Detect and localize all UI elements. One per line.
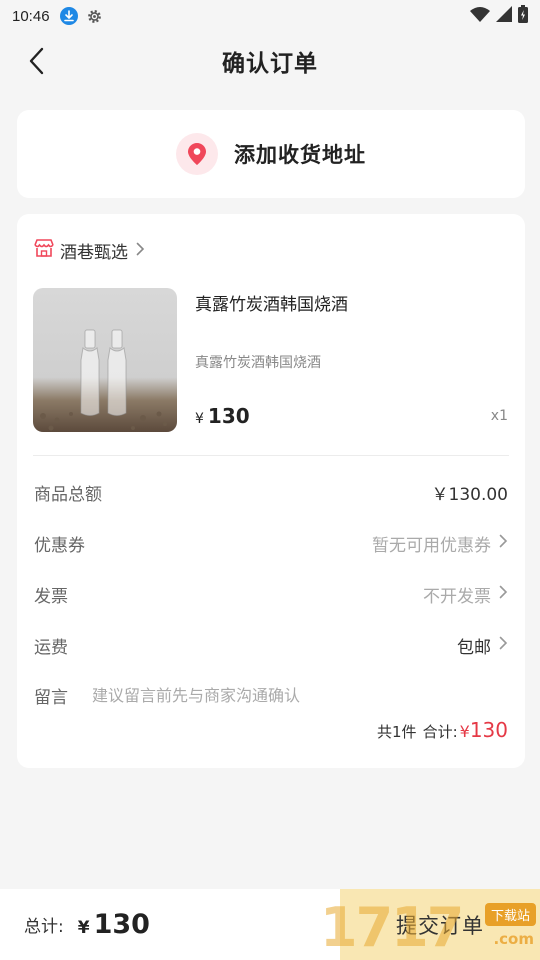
product-quantity: x1 [490, 408, 508, 424]
order-card: 酒巷甄选 真露竹炭酒韩国烧酒 真露竹炭酒韩国烧酒 ¥130 x1 商品总额 ￥1… [17, 214, 525, 768]
product-subtitle: 真露竹炭酒韩国烧酒 [195, 355, 321, 371]
signal-icon [496, 6, 512, 26]
row-shipping[interactable]: 运费 包邮 [34, 630, 508, 660]
total-label: 合计: [422, 723, 458, 741]
bottom-bar: 总计: ¥130 提交订单 [0, 889, 540, 960]
row-goods-total: 商品总额 ￥130.00 [34, 477, 508, 507]
row-message: 留言 [34, 680, 508, 710]
chevron-right-icon [499, 533, 508, 553]
chevron-right-icon [499, 635, 508, 655]
watermark-suffix: .com [493, 930, 534, 948]
product-image[interactable] [33, 288, 177, 432]
bottom-total-label: 总计: [24, 917, 64, 937]
add-address-card[interactable]: 添加收货地址 [17, 110, 525, 198]
currency-symbol: ¥ [77, 918, 90, 938]
chevron-right-icon [499, 584, 508, 604]
order-total-value: 130 [469, 718, 508, 742]
wifi-icon [470, 6, 490, 26]
chevron-left-icon [29, 47, 44, 75]
order-total: ¥130 [460, 718, 508, 742]
download-icon [59, 7, 78, 25]
bottom-total: ¥130 [78, 909, 150, 940]
coupon-value-wrap: 暂无可用优惠券 [372, 531, 508, 556]
message-label: 留言 [34, 687, 68, 708]
product-price: ¥130 [195, 404, 250, 428]
shipping-label: 运费 [34, 637, 68, 658]
goods-total-label: 商品总额 [34, 484, 102, 505]
gear-icon [86, 7, 104, 25]
order-summary: 共1件 合计: ¥130 [377, 718, 508, 742]
back-button[interactable] [22, 46, 52, 76]
message-input[interactable] [92, 685, 472, 705]
page-title: 确认订单 [222, 51, 318, 77]
invoice-value-wrap: 不开发票 [423, 582, 508, 607]
location-pin-icon [176, 133, 218, 175]
bottom-total-value: 130 [93, 909, 150, 940]
navigation-bar: 确认订单 [0, 36, 540, 86]
shipping-value: 包邮 [457, 637, 491, 658]
shop-name: 酒巷甄选 [60, 243, 128, 263]
invoice-value: 不开发票 [423, 586, 491, 607]
watermark-badge: 下载站 [484, 903, 536, 926]
item-count: 共1件 [377, 723, 417, 741]
coupon-value: 暂无可用优惠券 [372, 535, 491, 556]
product-name[interactable]: 真露竹炭酒韩国烧酒 [195, 290, 348, 315]
shop-header[interactable]: 酒巷甄选 [34, 238, 145, 263]
row-coupon[interactable]: 优惠券 暂无可用优惠券 [34, 528, 508, 558]
invoice-label: 发票 [34, 586, 68, 607]
shipping-value-wrap: 包邮 [457, 633, 508, 658]
product-price-value: 130 [207, 404, 250, 428]
add-address-label: 添加收货地址 [234, 143, 366, 167]
divider [33, 455, 509, 456]
status-time: 10:46 [12, 7, 50, 25]
chevron-right-icon [136, 241, 145, 261]
goods-total-value: ￥130.00 [431, 484, 508, 505]
coupon-label: 优惠券 [34, 535, 85, 556]
currency-symbol: ¥ [195, 411, 204, 427]
currency-symbol: ¥ [459, 722, 470, 741]
battery-icon [518, 5, 528, 27]
status-bar: 10:46 [0, 0, 540, 32]
row-invoice[interactable]: 发票 不开发票 [34, 579, 508, 609]
shop-icon [34, 239, 54, 262]
